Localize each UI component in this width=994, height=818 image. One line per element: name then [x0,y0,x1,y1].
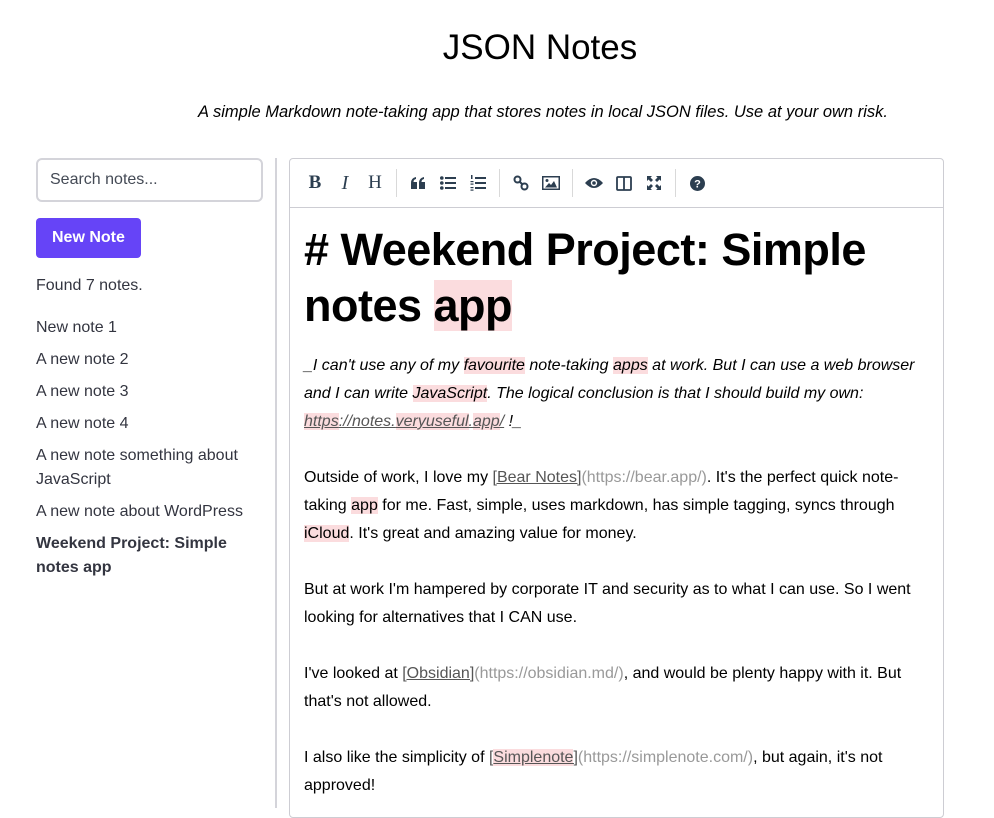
image-button[interactable] [536,168,566,198]
markdown-editor: B I H ? # Weekend Project: Simple notes … [289,158,944,818]
editor-toolbar: B I H ? [290,159,943,208]
spellcheck-highlight: app [351,497,378,514]
note-list-item[interactable]: A new note 3 [36,380,263,404]
fullscreen-icon [647,176,661,190]
spellcheck-highlight: veryuseful [395,413,469,430]
spellcheck-highlight: app [472,413,500,430]
search-input[interactable] [36,158,263,202]
link-button[interactable] [506,168,536,198]
heading-button[interactable]: H [360,168,390,198]
side-by-side-button[interactable] [609,168,639,198]
spellcheck-highlight: apps [613,357,648,374]
sidebar-divider [275,158,277,808]
spellcheck-highlight: iCloud [304,525,350,542]
markdown-link-text[interactable]: [Bear Notes] [493,469,582,486]
markdown-link-url: (https://bear.app/) [581,469,707,486]
link-icon [513,175,529,191]
quote-icon [410,177,425,189]
new-note-button[interactable]: New Note [36,218,141,258]
bold-button[interactable]: B [300,168,330,198]
markdown-link-url: (https://obsidian.md/) [474,665,624,682]
markdown-link-url: (https://simplenote.com/) [577,749,754,766]
intro-paragraph: _I can't use any of my favourite note-ta… [304,352,929,436]
toolbar-separator [675,169,676,197]
paragraph-bear: Outside of work, I love my [Bear Notes](… [304,464,929,548]
note-list-item[interactable]: A new note 4 [36,412,263,436]
spellcheck-highlight: Simplenote [493,749,574,766]
editor-content[interactable]: # Weekend Project: Simple notes app _I c… [290,208,943,800]
toolbar-separator [396,169,397,197]
svg-text:?: ? [694,178,701,190]
text: I've looked at [304,665,403,682]
text: !_ [504,413,522,430]
paragraph-simplenote: I also like the simplicity of [Simplenot… [304,744,929,800]
help-icon: ? [689,175,705,191]
image-icon [542,176,560,190]
eye-icon [585,178,603,188]
ordered-list-icon [470,175,486,191]
unordered-list-icon [440,176,456,190]
text: Outside of work, I love my [304,469,493,486]
toolbar-separator [572,169,573,197]
heading-marker: # [304,224,341,275]
note-list-item[interactable]: A new note 2 [36,348,263,372]
text: note-taking [524,357,614,374]
quote-button[interactable] [403,168,433,198]
italic-button[interactable]: I [330,168,360,198]
spellcheck-highlight: favourite [463,357,525,374]
unordered-list-button[interactable] [433,168,463,198]
columns-icon [616,175,632,191]
note-heading: # Weekend Project: Simple notes app [304,222,929,334]
italic-icon: I [341,171,349,194]
note-list: New note 1 A new note 2 A new note 3 A n… [36,316,263,580]
found-count: Found 7 notes. [36,277,143,294]
fullscreen-button[interactable] [639,168,669,198]
text: ://notes. [338,413,396,430]
bold-icon: B [308,172,322,193]
text: for me. Fast, simple, uses markdown, has… [377,497,895,514]
text: _I can't use any of my [304,357,464,374]
text: . The logical conclusion is that I shoul… [487,385,864,402]
spellcheck-highlight: app [433,280,513,331]
guide-button[interactable]: ? [682,168,712,198]
note-list-item[interactable]: New note 1 [36,316,263,340]
app-tagline: A simple Markdown note-taking app that s… [198,103,888,121]
paragraph-work: But at work I'm hampered by corporate IT… [304,581,911,626]
ordered-list-button[interactable] [463,168,493,198]
spellcheck-highlight: https [304,413,339,430]
note-list-item-active[interactable]: Weekend Project: Simple notes app [36,532,263,580]
paragraph-obsidian: I've looked at [Obsidian](https://obsidi… [304,660,929,716]
heading-text: Weekend Project: Simple notes [304,224,866,331]
note-list-item[interactable]: A new note about WordPress [36,500,263,524]
preview-button[interactable] [579,168,609,198]
heading-icon: H [368,172,382,193]
spellcheck-highlight: JavaScript [412,385,488,402]
markdown-link-text[interactable]: [Obsidian] [402,665,474,682]
sidebar: New Note Found 7 notes. New note 1 A new… [36,158,263,588]
markdown-link-text[interactable]: [Simplenote] [489,749,578,766]
app-title: JSON Notes [442,28,638,67]
text: I also like the simplicity of [304,749,489,766]
text: . It's great and amazing value for money… [349,525,637,542]
note-list-item[interactable]: A new note something about JavaScript [36,444,263,492]
toolbar-separator [499,169,500,197]
intro-url[interactable]: https://notes.veryuseful.app/ [304,413,504,430]
